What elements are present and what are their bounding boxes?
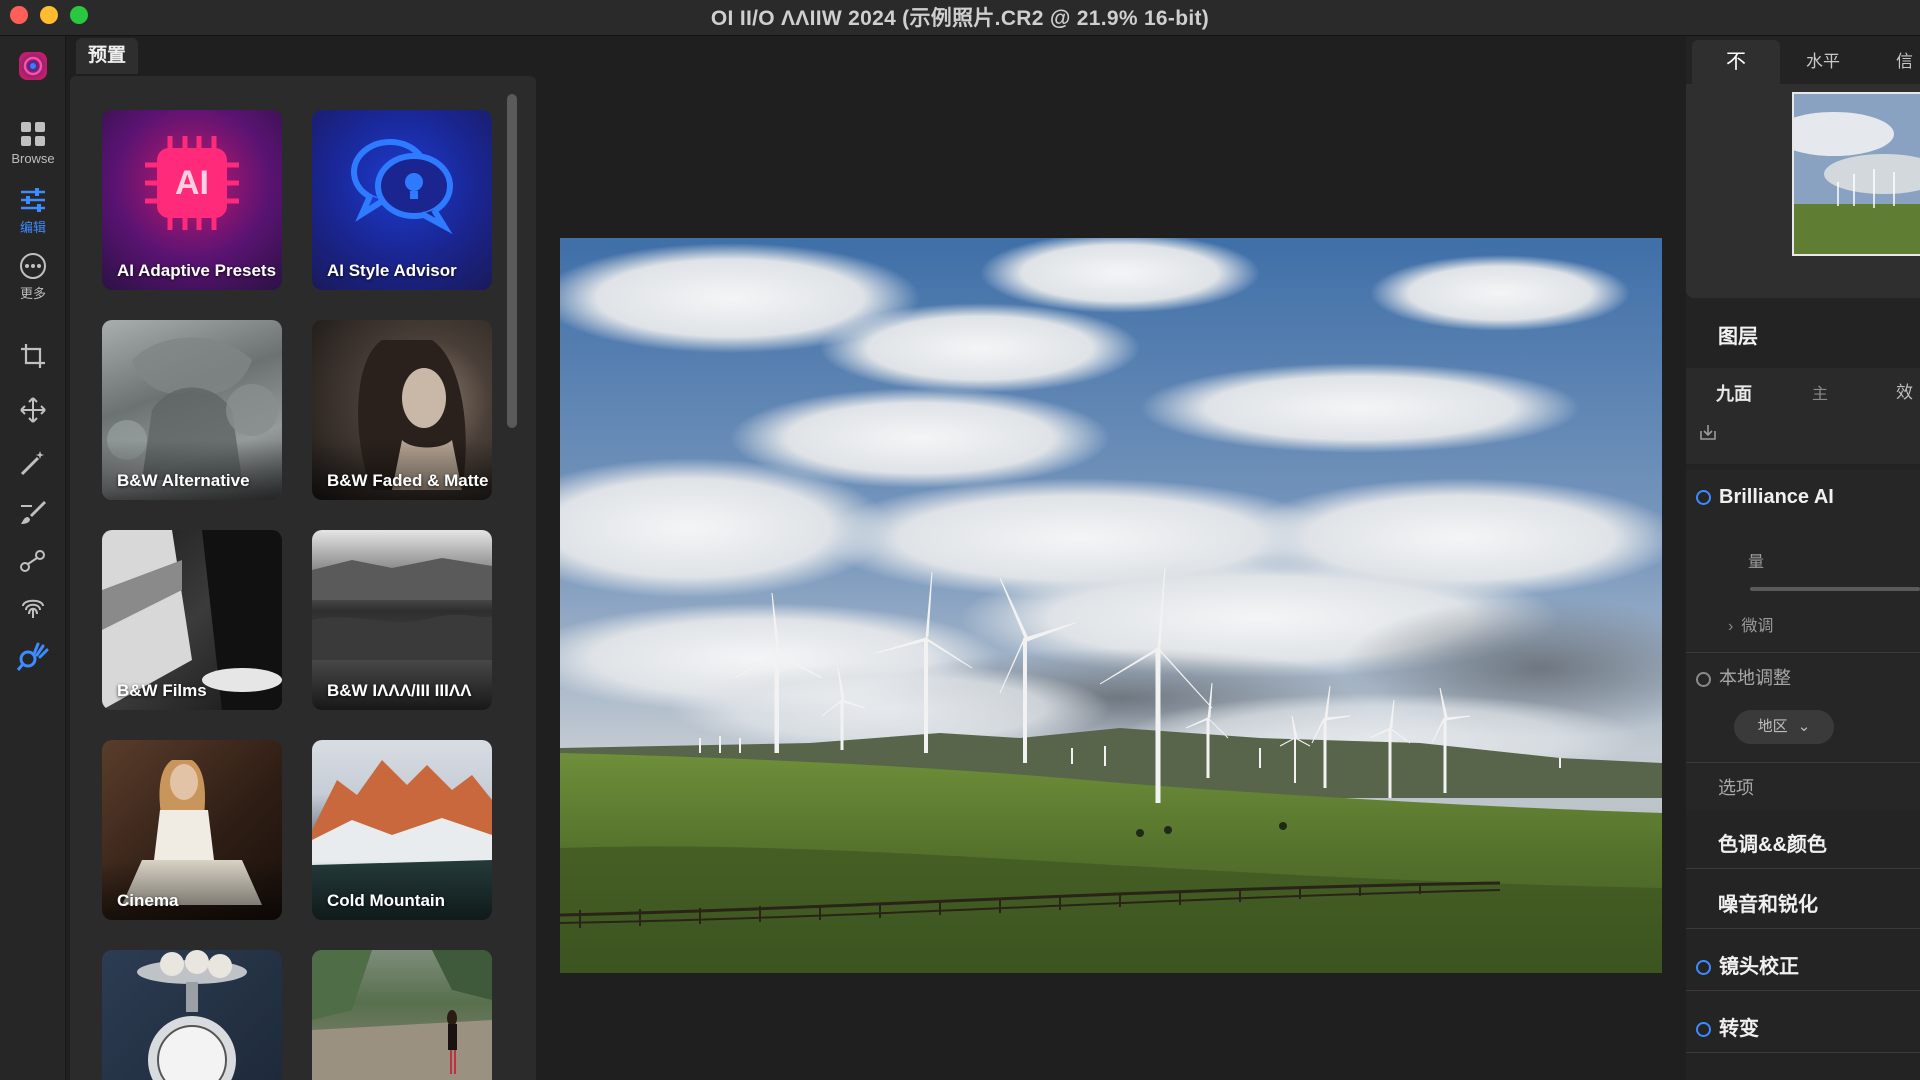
grid-icon <box>21 122 45 146</box>
radio-icon[interactable] <box>1696 960 1711 976</box>
preset-card-label: AI Adaptive Presets <box>117 261 277 280</box>
divider <box>1686 1052 1920 1053</box>
noise-sharpen-label[interactable]: 噪音和锐化 <box>1718 888 1818 917</box>
options-label[interactable]: 选项 <box>1718 774 1754 800</box>
browse-tool[interactable]: Browse <box>0 120 66 166</box>
divider <box>1686 762 1920 763</box>
fingerprint-icon <box>22 599 44 618</box>
presets-scrollbar[interactable] <box>507 94 517 428</box>
local-adjust-toggle[interactable]: 本地调整 <box>1696 664 1791 690</box>
brilliance-label: Brilliance AI <box>1719 486 1834 508</box>
card-shade <box>102 860 282 920</box>
crop-tool[interactable] <box>0 342 66 370</box>
layer-tab-main[interactable]: 九面 <box>1716 380 1752 406</box>
amount-label: 量 <box>1748 554 1765 571</box>
card-shade <box>312 860 492 920</box>
preset-card[interactable]: AI Style Advisor <box>312 110 492 290</box>
layers-title: 图层 <box>1718 326 1758 348</box>
nodes-tool[interactable] <box>0 546 66 576</box>
preset-card[interactable]: B&W ΙΛΛΛ/ΙΙΙ ΙΙΙΛΛ <box>312 530 492 710</box>
preset-card-label: Cold Mountain <box>327 891 446 910</box>
nodes-icon <box>20 550 45 572</box>
brilliance-section <box>1686 470 1920 810</box>
radio-icon[interactable] <box>1696 1022 1711 1038</box>
move-icon <box>20 397 46 423</box>
window-title: OI II/O ΛΛIIW 2024 (示例照片.CR2 @ 21.9% 16-… <box>710 7 1210 30</box>
transform-label: 转变 <box>1719 1018 1759 1040</box>
layer-tab-effects[interactable]: 效 <box>1896 378 1913 403</box>
brilliance-ai-toggle[interactable]: Brilliance AI <box>1696 486 1834 509</box>
lens-correction-toggle[interactable]: 镜头校正 <box>1696 950 1799 979</box>
sliders-icon <box>21 188 45 212</box>
export-icon[interactable] <box>1698 422 1718 447</box>
card-shade <box>102 440 282 500</box>
cliff-woman-image <box>312 950 492 1080</box>
preset-card-label: B&W Faded & Matte <box>327 471 489 490</box>
preset-card[interactable] <box>312 950 492 1080</box>
navigator-thumbnail-image <box>1794 94 1920 254</box>
more-icon <box>20 253 46 279</box>
region-label: 地区 <box>1757 718 1788 735</box>
chevron-down-icon: ⌄ <box>1797 718 1811 735</box>
preset-card[interactable]: B&W Alternative <box>102 320 282 500</box>
preset-card-label: B&W ΙΛΛΛ/ΙΙΙ ΙΙΙΛΛ <box>327 681 472 700</box>
app-logo <box>0 50 66 82</box>
tone-color-label[interactable]: 色调&&颜色 <box>1718 828 1827 857</box>
preset-card-label: B&W Alternative <box>117 471 250 490</box>
tab-presets[interactable]: 预置 <box>76 38 138 74</box>
preset-card-label: AI Style Advisor <box>327 261 457 280</box>
tab-info[interactable]: 信 <box>1896 40 1913 84</box>
tab-horizontal[interactable]: 水平 <box>1806 40 1840 84</box>
left-toolbar: Browse 编辑 更多 <box>0 36 66 1080</box>
region-dropdown[interactable]: 地区 ⌄ <box>1734 710 1834 744</box>
preset-card[interactable]: Cinema <box>102 740 282 920</box>
fine-tune-label: 微调 <box>1741 618 1774 635</box>
search-hand-icon <box>16 642 49 671</box>
browse-label: Browse <box>11 151 55 166</box>
fingerprint-tool[interactable] <box>0 592 66 622</box>
chevron-right-icon: › <box>1728 618 1734 635</box>
fine-tune-expander[interactable]: › 微调 <box>1728 612 1773 636</box>
preset-card-label: Cinema <box>117 891 179 910</box>
preset-card[interactable] <box>102 950 282 1080</box>
app-logo-icon <box>19 52 47 80</box>
more-label: 更多 <box>19 286 46 301</box>
radio-icon[interactable] <box>1696 671 1711 687</box>
preset-card[interactable]: Cold Mountain <box>312 740 492 920</box>
title-bar: OI II/O ΛΛIIW 2024 (示例照片.CR2 @ 21.9% 16-… <box>0 0 1920 36</box>
scale-image <box>137 950 247 1080</box>
magic-wand-tool[interactable] <box>0 448 66 478</box>
edit-tool[interactable]: 编辑 <box>0 186 66 236</box>
amount-slider[interactable] <box>1750 587 1920 591</box>
edit-label: 编辑 <box>19 220 46 235</box>
more-tool[interactable]: 更多 <box>0 252 66 302</box>
svg-text:AI: AI <box>175 164 209 202</box>
search-hand-tool[interactable] <box>0 640 66 674</box>
crop-icon <box>21 344 45 368</box>
radio-icon[interactable] <box>1696 490 1711 506</box>
style-advisor-icon <box>351 139 453 235</box>
main-photo[interactable] <box>560 238 1662 973</box>
local-adjust-label: 本地调整 <box>1719 668 1791 688</box>
card-shade <box>312 440 492 500</box>
preset-card-label: B&W Films <box>117 681 207 700</box>
divider <box>1686 652 1920 653</box>
ai-chip-icon: AI <box>145 136 239 230</box>
layer-tab-second[interactable]: 主 <box>1812 380 1828 404</box>
preset-card[interactable]: AI AI Adaptive Presets <box>102 110 282 290</box>
transform-toggle[interactable]: 转变 <box>1696 1012 1759 1041</box>
tab-before[interactable]: 不 <box>1692 40 1780 84</box>
wind-turbine-photo <box>560 238 1662 973</box>
magic-wand-icon <box>20 451 44 476</box>
preset-card[interactable]: B&W Faded & Matte <box>312 320 492 500</box>
preset-card[interactable]: B&W Films <box>102 530 282 710</box>
brush-icon <box>21 501 46 524</box>
lens-correction-label: 镜头校正 <box>1719 956 1799 978</box>
brush-tool[interactable] <box>0 498 66 528</box>
navigator-thumbnail[interactable] <box>1792 92 1920 256</box>
move-tool[interactable] <box>0 396 66 424</box>
